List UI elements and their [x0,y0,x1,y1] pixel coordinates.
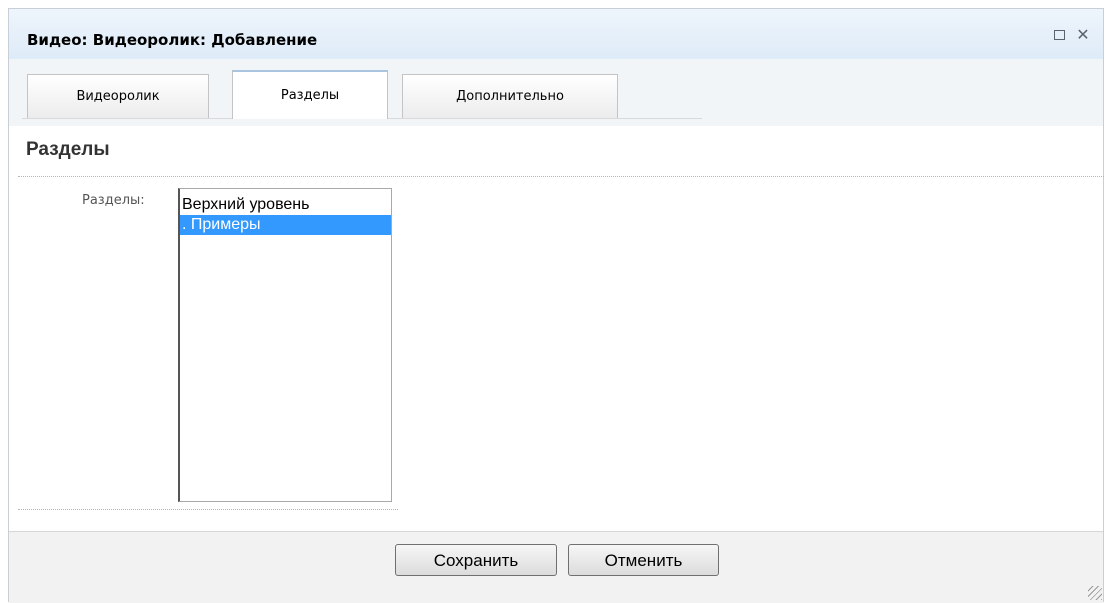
divider [18,176,1104,177]
list-option[interactable]: Верхний уровень [180,195,391,215]
maximize-icon[interactable] [1049,25,1069,45]
tab-sections[interactable]: Разделы [232,70,388,119]
section-heading: Разделы [26,139,110,160]
close-icon[interactable]: ✕ [1073,25,1093,45]
tab-additional[interactable]: Дополнительно [402,74,618,118]
dialog-title: Видео: Видеоролик: Добавление [27,31,318,49]
resize-grip-icon[interactable] [1088,586,1102,600]
save-button[interactable]: Сохранить [395,544,557,576]
sections-field-label: Разделы: [82,193,145,208]
tab-video[interactable]: Видеоролик [27,74,209,118]
divider [18,509,398,510]
sections-listbox[interactable]: Верхний уровень . Примеры [178,188,392,502]
list-option-selected[interactable]: . Примеры [180,215,391,235]
cancel-button[interactable]: Отменить [568,544,719,576]
